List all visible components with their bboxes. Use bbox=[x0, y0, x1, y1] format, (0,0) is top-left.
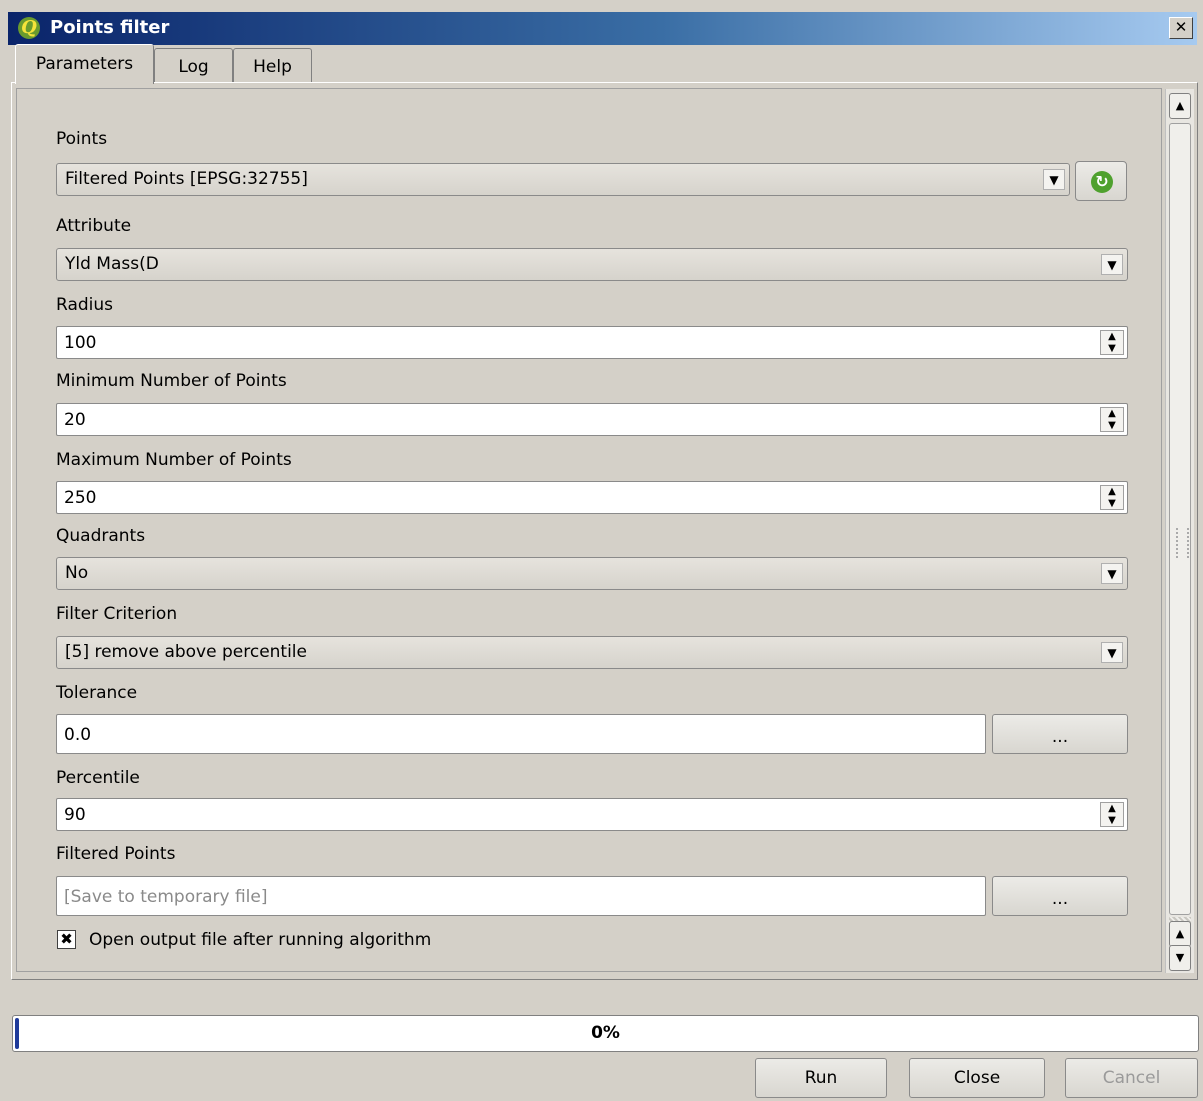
radius-spinbox[interactable]: 100 ▲ ▼ bbox=[56, 326, 1128, 359]
filter-criterion-combobox[interactable]: [5] remove above percentile ▼ bbox=[56, 636, 1128, 669]
refresh-layer-button[interactable]: ↻ bbox=[1075, 161, 1127, 201]
tolerance-field[interactable]: 0.0 bbox=[56, 714, 986, 754]
quadrants-value: No bbox=[65, 563, 89, 583]
grip-icon bbox=[1176, 528, 1189, 558]
points-layer-combobox[interactable]: Filtered Points [EPSG:32755] ▼ bbox=[56, 163, 1070, 196]
percentile-spinbox[interactable]: 90 ▲ ▼ bbox=[56, 798, 1128, 831]
percentile-stepper[interactable]: ▲ ▼ bbox=[1100, 802, 1124, 827]
percentile-value: 90 bbox=[64, 805, 86, 825]
chevron-down-icon[interactable]: ▼ bbox=[1101, 563, 1123, 584]
spin-down-icon[interactable]: ▼ bbox=[1101, 815, 1123, 826]
refresh-icon: ↻ bbox=[1091, 171, 1113, 193]
tab-parameters[interactable]: Parameters bbox=[15, 44, 154, 84]
window-title: Points filter bbox=[50, 17, 170, 38]
filtered-points-label: Filtered Points bbox=[56, 844, 176, 864]
parameters-scroll-area bbox=[16, 88, 1162, 972]
filter-criterion-value: [5] remove above percentile bbox=[65, 642, 307, 662]
radius-label: Radius bbox=[56, 295, 114, 315]
tolerance-browse-button[interactable]: ... bbox=[992, 714, 1128, 754]
close-button[interactable]: Close bbox=[909, 1058, 1045, 1098]
chevron-down-icon[interactable]: ▼ bbox=[1101, 254, 1123, 275]
spin-up-icon[interactable]: ▲ bbox=[1101, 803, 1123, 814]
scroll-down-button[interactable]: ▼ bbox=[1169, 945, 1191, 971]
min-points-spinbox[interactable]: 20 ▲ ▼ bbox=[56, 403, 1128, 436]
qgis-logo-icon: Q bbox=[18, 17, 40, 39]
min-points-stepper[interactable]: ▲ ▼ bbox=[1100, 407, 1124, 432]
spin-up-icon[interactable]: ▲ bbox=[1101, 408, 1123, 419]
spin-down-icon[interactable]: ▼ bbox=[1101, 343, 1123, 354]
title-bar[interactable]: Q Points filter ✕ bbox=[8, 12, 1197, 45]
max-points-stepper[interactable]: ▲ ▼ bbox=[1100, 485, 1124, 510]
quadrants-label: Quadrants bbox=[56, 526, 146, 546]
radius-stepper[interactable]: ▲ ▼ bbox=[1100, 330, 1124, 355]
spin-down-icon[interactable]: ▼ bbox=[1101, 420, 1123, 431]
radius-value: 100 bbox=[64, 333, 97, 353]
scrollbar-thumb[interactable] bbox=[1169, 123, 1191, 915]
max-points-value: 250 bbox=[64, 488, 97, 508]
max-points-label: Maximum Number of Points bbox=[56, 450, 292, 470]
run-button[interactable]: Run bbox=[755, 1058, 887, 1098]
min-points-label: Minimum Number of Points bbox=[56, 371, 287, 391]
vertical-scrollbar[interactable]: ▲ ▲ ▼ bbox=[1165, 89, 1194, 973]
cancel-button[interactable]: Cancel bbox=[1065, 1058, 1198, 1098]
attribute-value: Yld Mass(D bbox=[65, 254, 159, 274]
tolerance-label: Tolerance bbox=[56, 683, 138, 703]
chevron-down-icon[interactable]: ▼ bbox=[1101, 642, 1123, 663]
tolerance-value: 0.0 bbox=[64, 725, 92, 745]
tab-help[interactable]: Help bbox=[233, 48, 312, 82]
progress-bar: 0% bbox=[12, 1015, 1199, 1052]
spin-up-icon[interactable]: ▲ bbox=[1101, 331, 1123, 342]
tab-log[interactable]: Log bbox=[154, 48, 233, 82]
percentile-label: Percentile bbox=[56, 768, 140, 788]
points-layer-value: Filtered Points [EPSG:32755] bbox=[65, 169, 308, 189]
spin-up-icon[interactable]: ▲ bbox=[1101, 486, 1123, 497]
attribute-label: Attribute bbox=[56, 216, 132, 236]
open-output-checkbox[interactable]: ✖ bbox=[57, 930, 76, 949]
scroll-up-button[interactable]: ▲ bbox=[1169, 93, 1191, 119]
filter-criterion-label: Filter Criterion bbox=[56, 604, 178, 624]
min-points-value: 20 bbox=[64, 410, 86, 430]
points-filter-dialog: Q Points filter ✕ Parameters Log Help Po… bbox=[0, 0, 1203, 1101]
output-file-placeholder: [Save to temporary file] bbox=[64, 887, 268, 907]
scroll-up-button[interactable]: ▲ bbox=[1169, 921, 1191, 947]
points-label: Points bbox=[56, 129, 108, 149]
output-file-field[interactable]: [Save to temporary file] bbox=[56, 876, 986, 916]
progress-percent: 0% bbox=[591, 1023, 620, 1043]
attribute-combobox[interactable]: Yld Mass(D ▼ bbox=[56, 248, 1128, 281]
chevron-down-icon[interactable]: ▼ bbox=[1043, 169, 1065, 190]
close-window-button[interactable]: ✕ bbox=[1169, 17, 1193, 39]
quadrants-combobox[interactable]: No ▼ bbox=[56, 557, 1128, 590]
spin-down-icon[interactable]: ▼ bbox=[1101, 498, 1123, 509]
output-browse-button[interactable]: ... bbox=[992, 876, 1128, 916]
open-output-label: Open output file after running algorithm bbox=[89, 930, 432, 950]
max-points-spinbox[interactable]: 250 ▲ ▼ bbox=[56, 481, 1128, 514]
